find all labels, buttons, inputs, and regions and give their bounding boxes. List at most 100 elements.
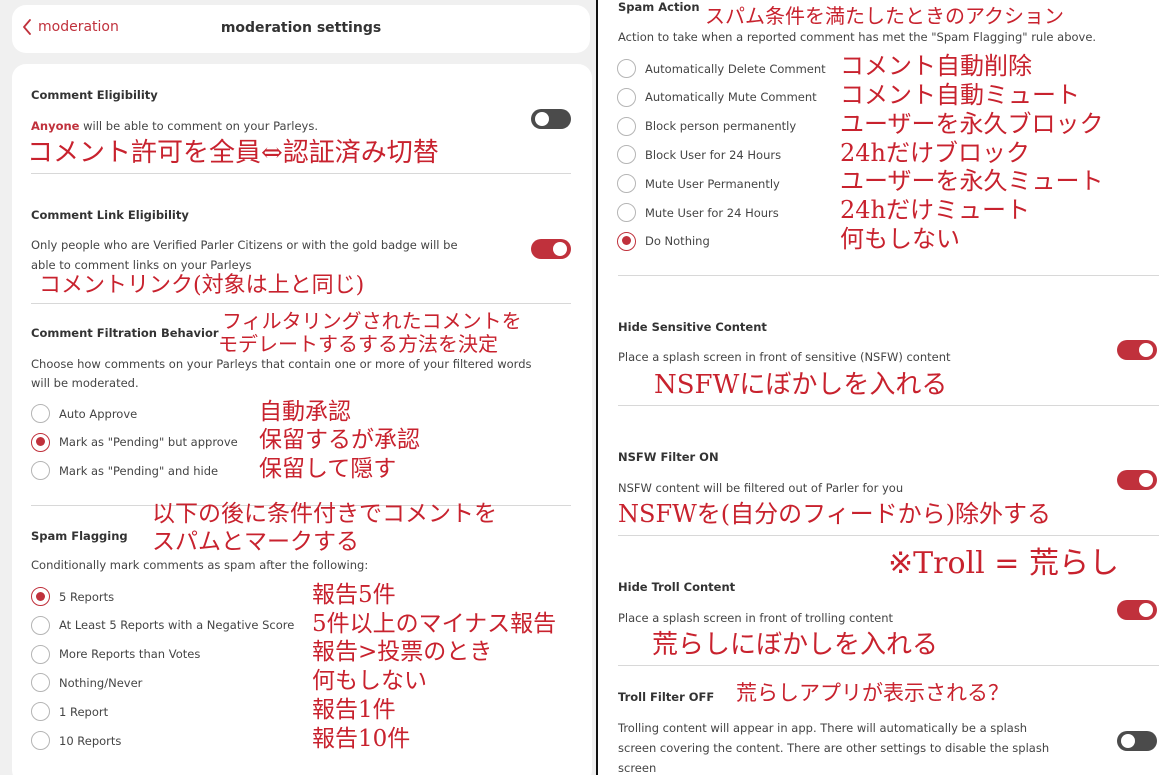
spam-action-option[interactable]: Mute User Permanently [617,174,780,194]
annotation-comment-link: コメントリンク(対象は上と同じ) [39,273,365,298]
spam-flagging-title: Spam Flagging [31,529,128,543]
option-label: Automatically Mute Comment [645,90,817,105]
spam-flagging-option[interactable]: More Reports than Votes [31,644,201,664]
divider [618,275,1159,276]
filtration-option[interactable]: Auto Approve [31,404,137,423]
comment-link-title: Comment Link Eligibility [31,208,189,222]
radio-button[interactable] [31,461,50,480]
spam-flagging-desc: Conditionally mark comments as spam afte… [31,558,369,572]
left-screenshot-panel: moderation moderation settings Comment E… [0,0,600,775]
spam-action-option[interactable]: Mute User for 24 Hours [617,203,779,222]
spam-action-option[interactable]: Block User for 24 Hours [617,145,782,165]
hide-sensitive-title: Hide Sensitive Content [618,320,767,334]
option-label: 10 Reports [59,733,122,748]
eligibility-desc-text: will be able to comment on your Parleys. [79,119,318,133]
annotation-spam-flagging-option: 5件以上のマイナス報告 [312,610,557,637]
annotation-spam-action: スパム条件を満たしたときのアクション [705,4,1064,28]
radio-button[interactable] [617,174,636,194]
annotation-spam-action-option: ユーザーを永久ミュート [840,167,1104,196]
radio-button[interactable] [31,587,50,606]
comment-link-toggle[interactable] [531,239,571,259]
radio-button[interactable] [31,432,50,452]
comment-link-desc-2: able to comment links on your Parleys [31,258,252,272]
radio-button[interactable] [617,145,636,165]
spam-action-option[interactable]: Automatically Delete Comment [617,59,826,78]
divider [618,665,1159,666]
annotation-troll-filter: 荒らしアプリが表示される？ [736,681,1009,705]
annotation-spam-action-option: コメント自動削除 [840,52,1032,81]
spam-action-desc: Action to take when a reported comment h… [618,30,1097,44]
hide-troll-title: Hide Troll Content [618,580,736,594]
filtration-option[interactable]: Mark as "Pending" but approve [31,432,238,452]
option-label: Automatically Delete Comment [645,61,826,76]
troll-filter-desc-1: Trolling content will appear in app. The… [618,721,1028,735]
spam-action-option[interactable]: Automatically Mute Comment [617,87,817,107]
nsfw-filter-title: NSFW Filter ON [618,450,719,464]
hide-troll-desc: Place a splash screen in front of trolli… [618,611,894,625]
right-screenshot-panel: Spam Action スパム条件を満たしたときのアクション Action to… [598,0,1159,775]
annotation-spam-flagging-option: 報告10件 [312,725,411,752]
spam-action-option[interactable]: Block person permanently [617,116,796,136]
annotation-troll-definition: ※Troll = 荒らし [888,546,1119,581]
spam-action-option[interactable]: Do Nothing [617,231,710,251]
page-title: moderation settings [220,20,382,36]
divider [618,535,1159,536]
annotation-hide-troll: 荒らしにぼかしを入れる [652,630,939,660]
annotation-hide-sensitive: NSFWにぼかしを入れる [654,370,948,400]
radio-button[interactable] [617,203,636,222]
radio-button[interactable] [617,59,636,78]
radio-button[interactable] [31,404,50,423]
filtration-option[interactable]: Mark as "Pending" and hide [31,461,218,480]
radio-button[interactable] [31,673,50,693]
radio-button[interactable] [617,87,636,107]
annotation-filtration-1: フィルタリングされたコメントを [222,309,522,333]
annotation-nsfw-filter: NSFWを(自分のフィードから)除外する [618,500,1052,528]
annotation-spam-action-option: 何もしない [840,224,960,253]
hide-sensitive-desc: Place a splash screen in front of sensit… [618,350,951,364]
annotation-spam-flagging-option: 何もしない [312,668,427,695]
spam-flagging-option[interactable]: 10 Reports [31,731,121,750]
option-label: 5 Reports [59,589,115,604]
option-label: Nothing/Never [59,675,143,690]
top-bar: moderation moderation settings [12,5,590,53]
annotation-filtration-option: 保留するが承認 [259,427,420,454]
comment-eligibility-desc: Anyone will be able to comment on your P… [31,116,318,136]
radio-button[interactable] [617,231,636,251]
radio-button[interactable] [31,644,50,664]
radio-button[interactable] [31,702,50,722]
option-label: Mark as "Pending" but approve [59,435,238,449]
comment-eligibility-title: Comment Eligibility [31,88,158,102]
option-label: More Reports than Votes [59,647,201,662]
option-label: Mute User Permanently [645,176,780,191]
hide-sensitive-toggle[interactable] [1117,340,1157,360]
comment-eligibility-toggle[interactable] [531,109,571,129]
option-label: Block User for 24 Hours [645,147,782,162]
option-label: Do Nothing [645,234,710,249]
spam-flagging-option[interactable]: At Least 5 Reports with a Negative Score [31,615,295,635]
annotation-spam-action-option: 24hだけブロック [840,138,1030,167]
troll-filter-desc-3: screen [618,761,657,775]
annotation-spam-flagging-option: 報告>投票のとき [312,639,493,666]
radio-button[interactable] [31,615,50,635]
annotation-spam-flagging-1: 以下の後に条件付きでコメントを [152,501,497,527]
option-label: Mute User for 24 Hours [645,205,779,220]
annotation-filtration-option: 保留して隠す [259,455,397,482]
nsfw-filter-toggle[interactable] [1117,470,1157,490]
spam-flagging-option[interactable]: Nothing/Never [31,673,143,693]
troll-filter-toggle[interactable] [1117,731,1157,751]
comment-link-desc-1: Only people who are Verified Parler Citi… [31,238,458,252]
spam-flagging-option[interactable]: 1 Report [31,702,109,722]
option-label: At Least 5 Reports with a Negative Score [59,618,295,633]
nsfw-filter-desc: NSFW content will be filtered out of Par… [618,481,904,495]
settings-card: Comment Eligibility Anyone will be able … [12,64,592,775]
option-label: 1 Report [59,704,109,719]
option-label: Auto Approve [59,406,138,421]
spam-flagging-option[interactable]: 5 Reports [31,587,114,606]
radio-button[interactable] [617,116,636,136]
annotation-spam-action-option: 24hだけミュート [840,196,1030,225]
annotation-filtration-option: 自動承認 [259,398,351,425]
radio-button[interactable] [31,731,50,750]
annotation-spam-action-option: ユーザーを永久ブロック [840,109,1104,138]
hide-troll-toggle[interactable] [1117,600,1157,620]
troll-filter-desc-2: screen covering the content. There are o… [618,741,1050,755]
